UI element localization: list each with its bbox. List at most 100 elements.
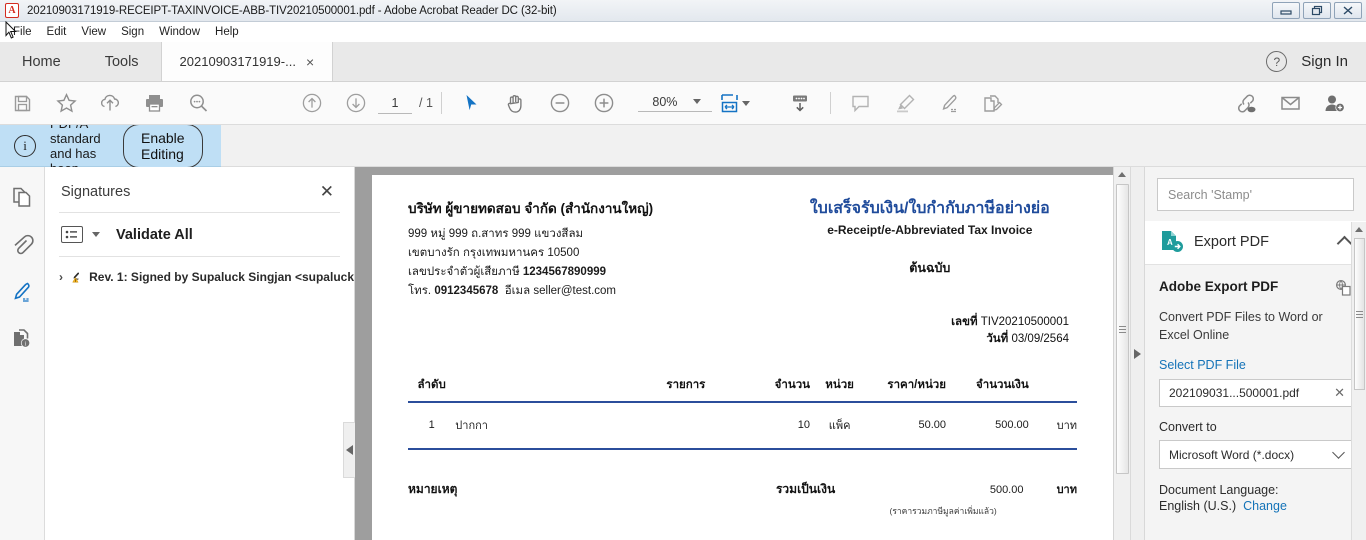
collapse-left-panel-button[interactable] — [343, 422, 355, 478]
right-tools-pane: A Export PDF Adobe Export PDF Convert PD… — [1144, 167, 1366, 540]
print-icon[interactable] — [132, 93, 176, 113]
comment-icon[interactable] — [839, 93, 883, 113]
download-icon[interactable] — [778, 92, 822, 114]
chevron-down-icon[interactable] — [693, 99, 702, 104]
minimize-button[interactable] — [1272, 2, 1300, 19]
selected-file-field[interactable]: 202109031...500001.pdf ✕ — [1159, 379, 1352, 407]
document-info-icon[interactable]: i — [7, 324, 37, 354]
document-tab[interactable]: 20210903171919-... × — [160, 42, 333, 81]
menu-edit[interactable]: Edit — [40, 24, 74, 40]
invoice-title-block: ใบเสร็จรับเงิน/ใบกำกับภาษีอย่างย่อ e-Rec… — [783, 197, 1077, 348]
scrollbar-thumb[interactable] — [1116, 184, 1129, 474]
sign-icon[interactable] — [927, 93, 971, 114]
signature-warning-icon — [72, 272, 80, 283]
next-page-icon[interactable] — [334, 92, 378, 114]
convert-to-select[interactable]: Microsoft Word (*.docx) — [1159, 440, 1352, 469]
signatures-icon[interactable] — [7, 277, 37, 307]
menu-view[interactable]: View — [74, 24, 113, 40]
chevron-up-icon — [1118, 172, 1126, 177]
chevron-down-icon[interactable] — [1332, 446, 1345, 459]
seller-tax-id-row: เลขประจำตัวผู้เสียภาษี 1234567890999 — [408, 263, 769, 282]
restore-button[interactable] — [1303, 2, 1331, 19]
convert-to-label: Convert to — [1159, 420, 1217, 434]
enable-editing-button[interactable]: Enable Editing — [122, 123, 203, 168]
invoice-original-label: ต้นฉบับ — [909, 261, 951, 275]
upload-cloud-icon[interactable] — [88, 93, 132, 113]
page-thumbnails-icon[interactable] — [7, 183, 37, 213]
menu-help[interactable]: Help — [208, 24, 246, 40]
help-icon[interactable]: ? — [1266, 51, 1288, 72]
expand-right-panel-button[interactable] — [1130, 167, 1144, 540]
chevron-down-icon[interactable] — [92, 232, 100, 237]
sign-in-button[interactable]: Sign In — [1301, 53, 1348, 70]
seller-block: บริษัท ผู้ขายทดสอบ จำกัด (สำนักงานใหญ่) … — [408, 197, 769, 348]
total-block: รวมเป็นเงิน 500.00 บาท (ราคารวมภาษีมูลค่… — [743, 480, 1077, 518]
document-tab-label: 20210903171919-... — [179, 54, 296, 69]
invoice-meta: เลขที่ TIV20210500001 วันที่ 03/09/2564 — [783, 314, 1077, 348]
right-pane-scrollbar[interactable] — [1351, 222, 1366, 540]
seller-phone-value: 0912345678 — [434, 285, 499, 297]
scroll-up-button[interactable] — [1114, 167, 1130, 182]
clear-file-icon[interactable]: ✕ — [1334, 385, 1345, 401]
search-input[interactable] — [1157, 178, 1354, 211]
signature-entry[interactable]: › Rev. 1: Signed by Supaluck Singjan <su… — [45, 257, 354, 297]
column-header-price: ราคา/หน่วย — [887, 379, 947, 391]
chevron-left-icon — [346, 445, 353, 455]
page-number-input[interactable]: 1 — [378, 93, 412, 114]
fit-page-chevron-down-icon[interactable] — [741, 100, 750, 106]
export-pdf-section-header[interactable]: A Export PDF — [1145, 221, 1366, 265]
menu-window[interactable]: Window — [152, 24, 207, 40]
close-icon[interactable]: ✕ — [320, 183, 334, 200]
request-signature-icon[interactable] — [971, 93, 1015, 114]
vat-note: (ราคารวมภาษีมูลค่าเพิ่มแล้ว) — [889, 506, 997, 516]
convert-to-value: Microsoft Word (*.docx) — [1169, 447, 1295, 462]
total-row: รวมเป็นเงิน 500.00 บาท — [743, 480, 1077, 499]
validate-all-row[interactable]: Validate All — [45, 213, 354, 256]
tools-button[interactable]: Tools — [83, 42, 161, 81]
expand-chevron-icon[interactable]: › — [59, 270, 63, 284]
scrollbar-grip-icon — [1119, 324, 1126, 335]
close-icon[interactable]: × — [306, 55, 314, 69]
invoice-date-row: วันที่ 03/09/2564 — [783, 331, 1069, 348]
notification-bar-wrapper: i This file claims compliance with the P… — [0, 56, 1366, 236]
share-link-icon[interactable] — [1224, 93, 1268, 114]
seller-address-line-2: เขตบางรัก กรุงเทพมหานคร 10500 — [408, 247, 580, 259]
right-scroll-up-button[interactable] — [1352, 222, 1366, 236]
attachments-icon[interactable] — [7, 230, 37, 260]
close-button[interactable] — [1334, 2, 1362, 19]
email-icon[interactable] — [1268, 93, 1312, 113]
signatures-panel: Signatures ✕ Validate All › Rev. 1: Sign… — [45, 167, 355, 540]
save-icon[interactable] — [0, 94, 44, 113]
seller-phone-label: โทร. — [408, 285, 432, 297]
home-button[interactable]: Home — [0, 42, 83, 81]
validate-all-label: Validate All — [116, 226, 193, 243]
options-list-icon[interactable] — [61, 226, 83, 243]
zoom-in-icon[interactable] — [582, 92, 626, 114]
column-header-description: รายการ — [666, 379, 706, 391]
previous-page-icon[interactable] — [290, 92, 334, 114]
seller-email-value: seller@test.com — [533, 285, 616, 297]
column-header-amount: จำนวนเงิน — [976, 379, 1029, 391]
highlight-icon[interactable] — [883, 93, 927, 114]
add-person-icon[interactable] — [1312, 93, 1356, 114]
zoom-out-icon[interactable] — [538, 92, 582, 114]
seller-contact-row: โทร. 0912345678 อีเมล seller@test.com — [408, 282, 769, 301]
tab-bar-right: ? Sign In — [1266, 42, 1366, 81]
search-icon[interactable] — [176, 93, 220, 113]
invoice-number-value: TIV20210500001 — [980, 316, 1069, 328]
pdfa-notification-bar: i This file claims compliance with the P… — [0, 56, 221, 236]
seller-tax-id-label: เลขประจำตัวผู้เสียภาษี — [408, 266, 520, 278]
right-scrollbar-thumb[interactable] — [1354, 238, 1365, 390]
zoom-level-control[interactable]: 80% — [637, 95, 712, 112]
hand-tool-icon[interactable] — [494, 93, 538, 114]
chevron-right-icon — [1134, 348, 1141, 359]
select-tool-icon[interactable] — [450, 93, 494, 113]
select-pdf-file-label[interactable]: Select PDF File — [1159, 358, 1352, 372]
chevron-up-icon[interactable] — [1336, 235, 1353, 251]
document-vertical-scrollbar[interactable] — [1113, 167, 1130, 540]
seller-name: บริษัท ผู้ขายทดสอบ จำกัด (สำนักงานใหญ่) — [408, 201, 654, 216]
copy-icon[interactable] — [1335, 279, 1352, 301]
change-language-link[interactable]: Change — [1243, 499, 1287, 513]
star-icon[interactable] — [44, 93, 88, 113]
menu-sign[interactable]: Sign — [114, 24, 151, 40]
